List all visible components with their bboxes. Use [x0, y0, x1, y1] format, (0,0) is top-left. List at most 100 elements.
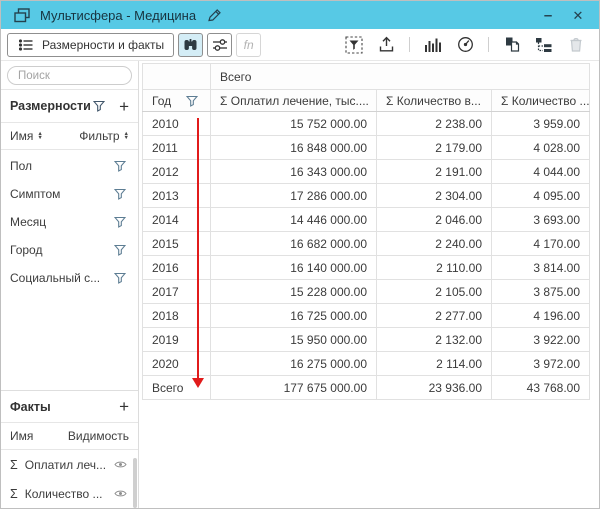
value-cell: 2 238.00 [377, 112, 492, 136]
span-header-vsego[interactable]: Всего [211, 64, 590, 90]
dimensions-facts-button[interactable]: Размерности и факты [7, 33, 174, 57]
table-row: 2010 15 752 000.00 2 238.00 3 959.00 [143, 112, 590, 136]
dimensions-list: Пол Симптом Месяц [1, 150, 138, 294]
sort-icon: ▲▼ [124, 132, 129, 141]
table-row: 2016 16 140 000.00 2 110.00 3 814.00 [143, 256, 590, 280]
year-cell[interactable]: 2014 [143, 208, 211, 232]
structure-icon[interactable] [535, 36, 553, 54]
year-cell[interactable]: 2013 [143, 184, 211, 208]
table-row: 2011 16 848 000.00 2 179.00 4 028.00 [143, 136, 590, 160]
table-row: 2019 15 950 000.00 2 132.00 3 922.00 [143, 328, 590, 352]
year-cell[interactable]: 2012 [143, 160, 211, 184]
window-title: Мультисфера - Медицина [40, 8, 196, 23]
toolbar-separator [409, 37, 410, 52]
table-row: 2014 14 446 000.00 2 046.00 3 693.00 [143, 208, 590, 232]
toolbar: Размерности и факты fn [1, 29, 599, 61]
table-row: 2013 17 286 000.00 2 304.00 4 095.00 [143, 184, 590, 208]
column-header-oplatil[interactable]: Σ Оплатил лечение, тыс.... [211, 90, 377, 112]
dimensions-title: Размерности [10, 99, 91, 113]
value-cell: 2 179.00 [377, 136, 492, 160]
edit-title-icon[interactable] [205, 6, 223, 24]
column-header-kolichestvo-v[interactable]: Σ Количество в... [377, 90, 492, 112]
year-cell[interactable]: 2016 [143, 256, 211, 280]
fact-item-oplatil[interactable]: Σ Оплатил леч... [1, 450, 138, 479]
value-cell: 2 191.00 [377, 160, 492, 184]
value-cell: 2 132.00 [377, 328, 492, 352]
value-cell: 4 044.00 [492, 160, 590, 184]
filter-icon[interactable] [111, 269, 129, 287]
sort-icon: ▲▼ [37, 132, 42, 141]
sidebar-scrollbar[interactable] [133, 458, 137, 508]
value-cell: 16 140 000.00 [211, 256, 377, 280]
pivot-table: Всего Год Σ Оплатил лечение, тыс.... [142, 63, 590, 400]
bar-chart-icon[interactable] [424, 36, 442, 54]
copy-icon[interactable] [503, 36, 521, 54]
search-input[interactable] [7, 66, 132, 85]
sliders-icon [211, 36, 229, 54]
minimize-button[interactable]: – [539, 6, 557, 24]
list-icon [17, 36, 35, 54]
facts-columns-header: Имя Видимость [1, 423, 138, 449]
settings-sliders-button[interactable] [207, 33, 232, 57]
year-cell[interactable]: 2017 [143, 280, 211, 304]
row-dimension-header[interactable]: Год [143, 90, 211, 112]
fact-item-kolichestvo[interactable]: Σ Количество ... [1, 479, 138, 508]
visibility-eye-icon[interactable] [111, 485, 129, 503]
year-cell[interactable]: 2010 [143, 112, 211, 136]
year-cell[interactable]: 2015 [143, 232, 211, 256]
filter-icon[interactable] [111, 185, 129, 203]
value-cell: 3 875.00 [492, 280, 590, 304]
year-filter-icon[interactable] [183, 92, 201, 110]
dimensions-filter-icon[interactable] [91, 97, 108, 115]
dimensions-columns-header: Имя ▲▼ Фильтр ▲▼ [1, 123, 138, 149]
dimension-item-simptom[interactable]: Симптом [1, 180, 138, 208]
facts-section: Факты + Имя Видимость Σ Оплатил леч... [1, 390, 138, 508]
filter-icon[interactable] [111, 213, 129, 231]
value-cell: 16 725 000.00 [211, 304, 377, 328]
facts-visibility-column: Видимость [68, 429, 129, 443]
toolbar-separator [488, 37, 489, 52]
value-cell: 17 286 000.00 [211, 184, 377, 208]
facts-name-column: Имя [10, 429, 33, 443]
value-cell: 16 343 000.00 [211, 160, 377, 184]
dimension-item-pol[interactable]: Пол [1, 152, 138, 180]
value-cell: 3 814.00 [492, 256, 590, 280]
value-cell: 16 682 000.00 [211, 232, 377, 256]
dimension-item-socialny[interactable]: Социальный с... [1, 264, 138, 292]
table-row: 2020 16 275 000.00 2 114.00 3 972.00 [143, 352, 590, 376]
search-view-button[interactable] [178, 33, 203, 57]
corner-cell [143, 64, 211, 90]
drilldown-arrow-head [192, 378, 204, 388]
year-cell[interactable]: 2020 [143, 352, 211, 376]
visibility-eye-icon[interactable] [111, 456, 129, 474]
table-row: 2017 15 228 000.00 2 105.00 3 875.00 [143, 280, 590, 304]
table-row: 2012 16 343 000.00 2 191.00 4 044.00 [143, 160, 590, 184]
binoculars-icon [182, 36, 200, 54]
close-button[interactable]: ✕ [569, 6, 587, 24]
add-fact-button[interactable]: + [119, 398, 129, 415]
drilldown-arrow-line [197, 118, 199, 379]
app-window-icon [13, 6, 31, 24]
year-cell[interactable]: 2018 [143, 304, 211, 328]
filter-icon[interactable] [111, 241, 129, 259]
facts-title: Факты [10, 400, 51, 414]
value-cell: 2 277.00 [377, 304, 492, 328]
export-icon[interactable] [377, 36, 395, 54]
year-cell[interactable]: 2019 [143, 328, 211, 352]
dimension-item-gorod[interactable]: Город [1, 236, 138, 264]
value-cell: 4 170.00 [492, 232, 590, 256]
dimensions-name-column[interactable]: Имя ▲▼ [10, 129, 43, 143]
filter-area-icon[interactable] [345, 36, 363, 54]
gauge-icon[interactable] [456, 36, 474, 54]
value-cell: 3 922.00 [492, 328, 590, 352]
dimension-item-mesyac[interactable]: Месяц [1, 208, 138, 236]
column-header-kolichestvo[interactable]: Σ Количество ... [492, 90, 590, 112]
year-cell[interactable]: 2011 [143, 136, 211, 160]
sigma-icon: Σ [10, 487, 18, 501]
total-value-cell: 23 936.00 [377, 376, 492, 400]
value-cell: 15 950 000.00 [211, 328, 377, 352]
dimensions-filter-column[interactable]: Фильтр ▲▼ [79, 129, 129, 143]
filter-icon[interactable] [111, 157, 129, 175]
add-dimension-button[interactable]: + [119, 98, 129, 115]
total-value-cell: 43 768.00 [492, 376, 590, 400]
